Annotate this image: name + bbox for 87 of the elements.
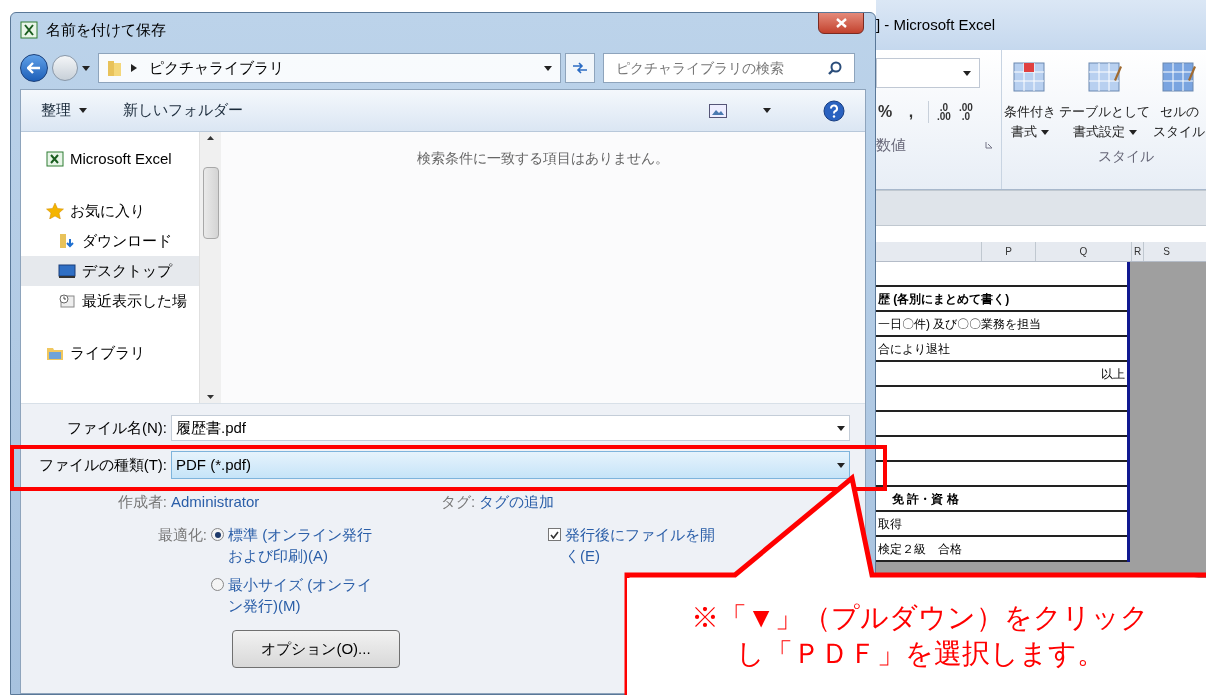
cell-text: 検定２級 合格 — [878, 540, 962, 558]
address-bar[interactable]: ピクチャライブラリ — [98, 53, 561, 83]
nav-item[interactable]: ダウンロード — [21, 226, 199, 256]
decimal-button[interactable]: .00 .0 — [958, 103, 973, 121]
radio-option[interactable]: 最小サイズ (オンライン発行)(M) — [211, 574, 386, 616]
view-caret-icon — [763, 108, 771, 113]
author-label: 作成者: — [116, 491, 168, 512]
table-grid-icon — [1013, 62, 1047, 94]
decimal-button[interactable]: .0 .00 — [937, 103, 951, 121]
organize-menu[interactable]: 整理 — [41, 99, 87, 122]
cell-text: 合により退社 — [878, 340, 950, 358]
checkbox-option[interactable]: 発行後にファイルを開く(E) — [548, 524, 718, 566]
nav-item[interactable]: 最近表示した場 — [21, 286, 199, 316]
scrollbar[interactable] — [199, 132, 221, 403]
caret-icon — [837, 425, 845, 431]
window-title: ] - Microsoft Excel — [876, 15, 996, 35]
tags-value[interactable]: タグの追加 — [479, 490, 555, 514]
cell-text: 以上 — [1101, 365, 1125, 383]
close-icon — [835, 18, 847, 28]
file-name-label: ファイル名(N): — [66, 417, 168, 438]
spreadsheet-icon — [46, 151, 64, 167]
caret-icon — [1041, 129, 1049, 135]
caret-icon — [963, 70, 971, 76]
optimize-label: 最適化: — [156, 525, 208, 545]
radio-button[interactable] — [211, 528, 224, 541]
tags-label: タグ: — [441, 491, 476, 512]
address-text: ピクチャライブラリ — [149, 57, 285, 78]
style-button[interactable]: セルの スタイル — [1153, 62, 1205, 142]
number-style-button[interactable]: % — [876, 100, 894, 124]
back-button[interactable] — [20, 54, 48, 82]
nav-item[interactable]: Microsoft Excel — [21, 144, 199, 174]
style-button[interactable]: 条件付き 書式 — [1004, 62, 1056, 142]
column-header[interactable]: Q — [1035, 242, 1131, 261]
cell-text: 取得 — [878, 515, 902, 533]
close-button[interactable] — [818, 13, 864, 34]
author-value[interactable]: Administrator — [171, 490, 441, 514]
dialog-launcher-icon[interactable] — [985, 141, 993, 150]
caret-icon — [79, 108, 87, 113]
folder-download-icon — [58, 233, 76, 249]
search-input[interactable]: ピクチャライブラリの検索 — [616, 57, 828, 79]
column-header[interactable]: S — [1143, 242, 1189, 261]
group-label: 数値 — [876, 135, 906, 155]
style-button[interactable]: テーブルとして 書式設定 — [1059, 62, 1150, 142]
column-header[interactable]: R — [1131, 242, 1143, 261]
nav-item[interactable]: デスクトップ — [21, 256, 199, 286]
empty-message: 検索条件に一致する項目はありません。 — [417, 149, 669, 168]
file-name-field[interactable]: 履歴書.pdf — [171, 415, 850, 441]
table-grid-icon — [1162, 62, 1196, 94]
refresh-arrows-icon — [572, 62, 588, 74]
spreadsheet-icon — [20, 21, 38, 39]
window-title: 名前を付けて保存 — [46, 19, 166, 40]
view-icon[interactable] — [709, 103, 727, 118]
nav-item[interactable]: お気に入り — [21, 196, 199, 226]
radio-button[interactable] — [211, 578, 224, 591]
recent-places-icon — [58, 293, 76, 309]
star-icon — [46, 203, 64, 219]
toolbar-button[interactable]: 新しいフォルダー — [123, 99, 243, 122]
file-type-label: ファイルの種類(T): — [37, 454, 168, 475]
radio-option[interactable]: 標準 (オンライン発行および印刷)(A) — [211, 524, 386, 566]
folder-icon — [107, 59, 123, 77]
help-icon[interactable] — [823, 99, 845, 122]
cell-text: 免 許・資 格 — [891, 490, 959, 508]
caret-icon — [544, 65, 552, 71]
column-header[interactable]: P — [981, 242, 1035, 261]
search-icon — [828, 61, 842, 75]
library-folder-icon — [46, 345, 64, 361]
monitor-icon — [58, 263, 76, 279]
checkbox[interactable] — [548, 528, 561, 541]
refresh-button[interactable] — [565, 53, 595, 83]
number-style-button[interactable]: , — [902, 100, 920, 124]
scroll-up-icon[interactable] — [207, 136, 214, 140]
caret-icon — [837, 462, 845, 468]
options-button[interactable]: オプション(O)... — [232, 630, 400, 668]
history-caret-icon — [82, 65, 90, 71]
cell-text: 歴 (各別にまとめて書く) — [878, 290, 1010, 308]
group-label: スタイル — [1097, 147, 1155, 166]
cell-text: 一日〇件) 及び〇〇業務を担当 — [878, 315, 1042, 333]
callout-text: ※「▼」（プルダウン）をクリック し「ＰＤＦ」を選択します。 — [690, 601, 1150, 671]
scroll-down-icon[interactable] — [207, 395, 214, 399]
caret-icon — [1128, 129, 1137, 135]
file-type-dropdown[interactable]: PDF (*.pdf) — [171, 451, 850, 479]
arrow-left-icon — [27, 62, 41, 74]
scroll-thumb[interactable] — [202, 166, 219, 239]
chevron-right-icon — [131, 64, 137, 72]
nav-item[interactable]: ライブラリ — [21, 338, 199, 368]
table-grid-icon — [1087, 62, 1122, 94]
search-field[interactable]: ピクチャライブラリの検索 — [603, 53, 855, 83]
